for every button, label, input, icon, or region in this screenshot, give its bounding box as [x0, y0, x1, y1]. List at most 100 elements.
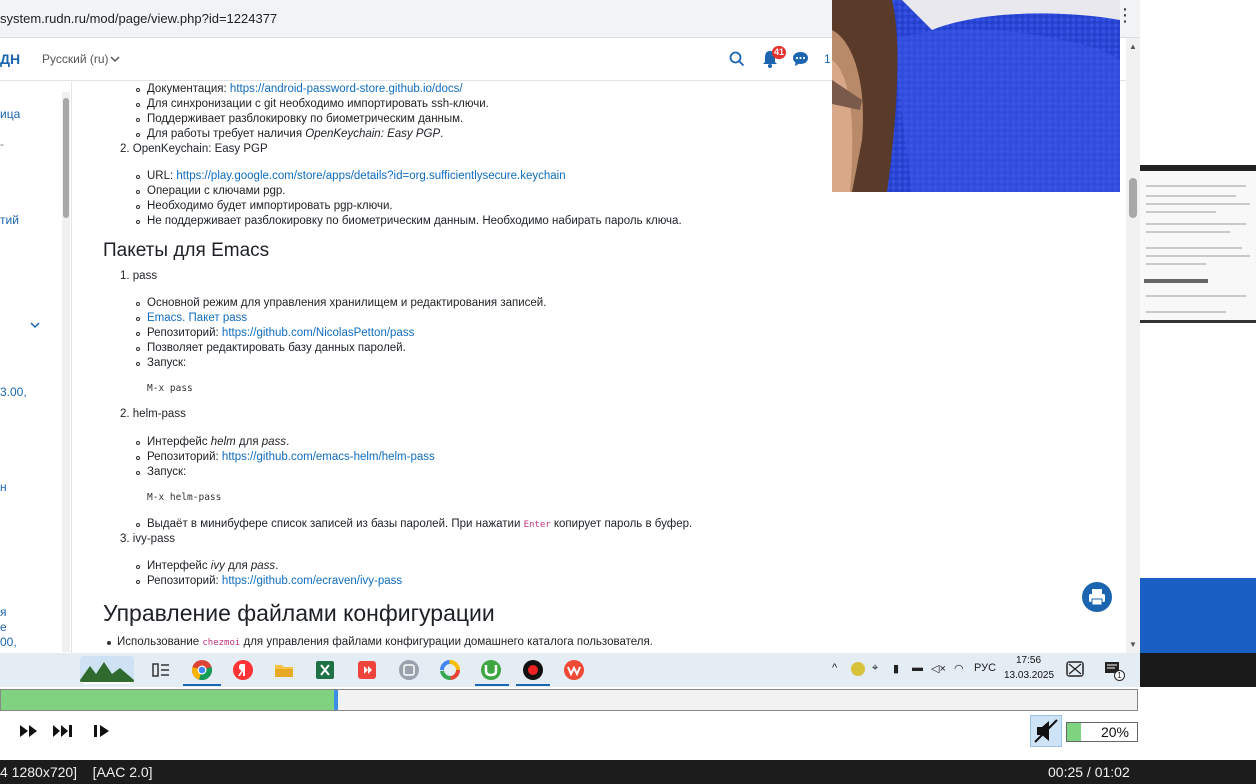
playback-time: 00:25 / 01:02	[1048, 764, 1130, 780]
list-item: Интерфейс helm для pass.	[147, 436, 290, 448]
chevron-down-icon[interactable]	[30, 320, 40, 330]
input-language[interactable]: РУС	[974, 662, 996, 674]
yandex-browser-icon[interactable]	[232, 659, 254, 681]
pass-repo-link[interactable]: https://github.com/NicolasPetton/pass	[222, 327, 414, 339]
running-app-indicator	[475, 684, 509, 686]
speaker-muted-icon[interactable]: ◁×	[931, 662, 946, 675]
emacs-pass-link[interactable]: Emacs. Пакет pass	[147, 311, 247, 325]
list-bullet	[136, 332, 140, 336]
seek-bar[interactable]	[0, 689, 1138, 711]
list-bullet	[136, 205, 140, 209]
drawer-link[interactable]: 00,	[0, 635, 17, 649]
list-bullet	[136, 471, 140, 475]
drawer-link[interactable]: н	[0, 480, 7, 494]
list-item: URL: https://play.google.com/store/apps/…	[147, 170, 566, 182]
speaker-muted-icon	[1034, 719, 1058, 743]
scrollbar-thumb[interactable]	[1129, 178, 1137, 218]
list-item: Позволяет редактировать базу данных паро…	[147, 342, 406, 354]
list-bullet	[136, 347, 140, 351]
list-item: Репозиторий: https://github.com/ecraven/…	[147, 575, 403, 587]
scroll-down-arrow-icon[interactable]: ▼	[1129, 640, 1137, 649]
clock-time[interactable]: 17:56	[1016, 655, 1041, 666]
wifi-icon[interactable]: ◠	[954, 662, 964, 675]
numbered-item-title: 3. ivy-pass	[120, 533, 175, 545]
running-app-indicator	[516, 684, 550, 686]
frame-step-icon[interactable]	[92, 723, 114, 739]
clock-date[interactable]: 13.03.2025	[1004, 670, 1054, 681]
numbered-item-title: 1. pass	[120, 270, 158, 282]
code-block: M-x pass	[147, 383, 193, 394]
wps-office-icon[interactable]	[563, 659, 585, 681]
docs-link[interactable]: https://android-password-store.github.io…	[230, 83, 463, 95]
code-block: M-x helm-pass	[147, 492, 222, 503]
list-item: Использование chezmoi для управления фай…	[117, 636, 653, 648]
drawer-link[interactable]: тий	[0, 213, 19, 227]
drawer-text: -	[0, 137, 4, 151]
list-bullet	[136, 441, 140, 445]
list-bullet	[136, 103, 140, 107]
language-selector[interactable]: Русский (ru)	[42, 52, 109, 66]
window-thumbnail[interactable]	[1140, 165, 1256, 323]
list-bullet	[136, 456, 140, 460]
microphone-icon[interactable]: ▮	[893, 662, 899, 675]
utorrent-icon[interactable]	[480, 659, 502, 681]
chevron-up-icon[interactable]: ^	[832, 662, 837, 674]
file-explorer-icon[interactable]	[273, 659, 295, 681]
weather-landscape-icon[interactable]	[80, 656, 134, 684]
volume-label: 20%	[1100, 724, 1129, 740]
skip-next-icon[interactable]	[52, 723, 74, 739]
notification-count: 1	[1114, 670, 1125, 681]
list-bullet	[136, 220, 140, 224]
active-app-indicator	[183, 684, 221, 686]
screen-capture-icon[interactable]	[1066, 661, 1084, 677]
play-store-link[interactable]: https://play.google.com/store/apps/detai…	[176, 170, 565, 182]
list-bullet	[136, 565, 140, 569]
chevron-down-icon[interactable]	[110, 54, 120, 64]
chat-icon[interactable]	[792, 51, 809, 67]
chrome-icon[interactable]	[191, 659, 213, 681]
ivy-pass-repo-link[interactable]: https://github.com/ecraven/ivy-pass	[222, 575, 402, 587]
list-bullet	[136, 302, 140, 306]
task-view-icon[interactable]	[150, 659, 172, 681]
app-grey-icon[interactable]	[398, 659, 420, 681]
list-item: Основной режим для управления хранилищем…	[147, 297, 547, 309]
drawer-link[interactable]: 3.00,	[0, 385, 27, 399]
search-icon[interactable]	[729, 51, 745, 67]
tray-webcam-icon[interactable]: ⌖	[872, 662, 878, 675]
notification-badge: 41	[772, 46, 787, 59]
mute-button[interactable]	[1030, 715, 1062, 747]
course-index-drawer: ица - тий 3.00, н я е 00,	[0, 82, 72, 653]
record-icon[interactable]	[522, 659, 544, 681]
seek-bar-handle[interactable]	[334, 690, 339, 710]
desktop-background	[1140, 0, 1256, 653]
scroll-up-arrow-icon[interactable]: ▲	[1129, 42, 1137, 51]
list-bullet	[136, 362, 140, 366]
scrollbar-thumb[interactable]	[63, 98, 69, 218]
list-item: Документация: https://android-password-s…	[147, 83, 463, 95]
drawer-link[interactable]: я	[0, 605, 7, 619]
site-logo[interactable]: ДН	[0, 51, 20, 67]
list-bullet	[136, 118, 140, 122]
numbered-item-title: 2. OpenKeychain: Easy PGP	[120, 143, 268, 155]
tray-app-icon[interactable]	[851, 662, 865, 676]
volume-slider[interactable]: 20%	[1066, 722, 1138, 742]
colorful-ring-icon[interactable]	[439, 659, 461, 681]
list-bullet	[136, 133, 140, 137]
excel-icon[interactable]	[314, 659, 336, 681]
list-bullet	[136, 317, 140, 321]
messages-count[interactable]: 1	[824, 52, 831, 66]
drawer-link[interactable]: е	[0, 620, 7, 634]
battery-icon[interactable]: ▬	[912, 662, 923, 674]
drawer-link[interactable]: ица	[0, 107, 20, 121]
page-scrollbar[interactable]: ▲ ▼	[1126, 38, 1140, 653]
taskbar: ^ ⌖ ▮ ▬ ◁× ◠ РУС 17:56 13.03.2025 1	[0, 653, 1140, 687]
fast-forward-icon[interactable]	[18, 723, 40, 739]
list-bullet	[136, 190, 140, 194]
drawer-scrollbar[interactable]	[62, 92, 70, 652]
list-bullet	[136, 580, 140, 584]
url-text[interactable]: system.rudn.ru/mod/page/view.php?id=1224…	[0, 11, 277, 26]
anydesk-icon[interactable]	[356, 659, 378, 681]
list-item: Для работы требует наличия OpenKeychain:…	[147, 128, 444, 140]
print-button[interactable]	[1082, 582, 1112, 612]
helm-pass-repo-link[interactable]: https://github.com/emacs-helm/helm-pass	[222, 451, 435, 463]
